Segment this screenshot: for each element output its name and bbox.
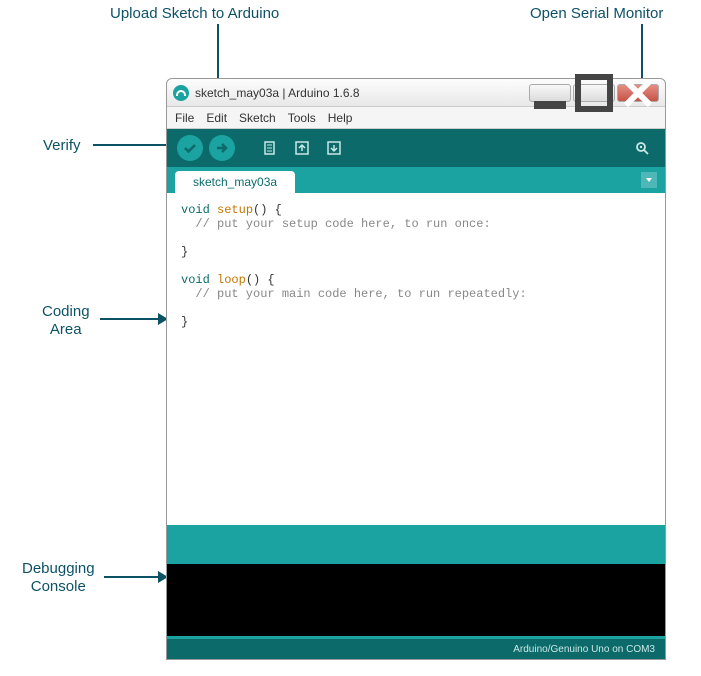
open-sketch-button[interactable] — [289, 135, 315, 161]
code-function: loop — [217, 273, 246, 287]
magnifier-icon — [634, 140, 650, 156]
serial-monitor-button[interactable] — [629, 135, 655, 161]
arrow-down-icon — [326, 140, 342, 156]
maximize-button[interactable] — [573, 84, 615, 102]
label-text: Coding — [42, 303, 90, 320]
label-text: Area — [50, 321, 82, 338]
titlebar: sketch_may03a | Arduino 1.6.8 — [167, 79, 665, 107]
menu-sketch[interactable]: Sketch — [239, 111, 276, 125]
check-icon — [182, 140, 198, 156]
code-keyword: void — [181, 203, 210, 217]
label-debugging-console: Debugging Console — [22, 560, 95, 596]
close-button[interactable] — [617, 84, 659, 102]
window-title: sketch_may03a | Arduino 1.6.8 — [195, 86, 529, 100]
arduino-icon — [173, 85, 189, 101]
menu-edit[interactable]: Edit — [206, 111, 227, 125]
debug-console[interactable] — [167, 561, 665, 639]
label-verify: Verify — [43, 137, 81, 155]
code-comment: // put your main code here, to run repea… — [181, 287, 527, 301]
label-text: Console — [31, 578, 86, 595]
tabbar: sketch_may03a — [167, 167, 665, 193]
code-function: setup — [217, 203, 253, 217]
code-text: } — [181, 245, 188, 259]
arrow-right-icon — [214, 140, 230, 156]
window-controls — [529, 84, 659, 102]
board-info: Arduino/Genuino Uno on COM3 — [513, 644, 655, 655]
tab-dropdown-button[interactable] — [641, 172, 657, 188]
menu-tools[interactable]: Tools — [288, 111, 316, 125]
arduino-window: sketch_may03a | Arduino 1.6.8 File Edit … — [166, 78, 666, 660]
minimize-button[interactable] — [529, 84, 571, 102]
save-sketch-button[interactable] — [321, 135, 347, 161]
tab-sketch[interactable]: sketch_may03a — [175, 171, 295, 193]
footer: Arduino/Genuino Uno on COM3 — [167, 639, 665, 659]
code-text: () { — [253, 203, 282, 217]
toolbar — [167, 129, 665, 167]
verify-button[interactable] — [177, 135, 203, 161]
new-file-icon — [262, 140, 278, 156]
code-comment: // put your setup code here, to run once… — [181, 217, 491, 231]
label-upload: Upload Sketch to Arduino — [110, 5, 279, 23]
label-coding-area: Coding Area — [42, 303, 90, 339]
code-keyword: void — [181, 273, 210, 287]
status-strip — [167, 525, 665, 561]
code-text: } — [181, 315, 188, 329]
menu-help[interactable]: Help — [328, 111, 353, 125]
chevron-down-icon — [644, 175, 654, 185]
arrow-up-icon — [294, 140, 310, 156]
label-text: Debugging — [22, 560, 95, 577]
upload-button[interactable] — [209, 135, 235, 161]
code-text: () { — [246, 273, 275, 287]
menu-file[interactable]: File — [175, 111, 194, 125]
label-serial: Open Serial Monitor — [530, 5, 663, 23]
new-sketch-button[interactable] — [257, 135, 283, 161]
code-editor[interactable]: void setup() { // put your setup code he… — [167, 193, 665, 525]
